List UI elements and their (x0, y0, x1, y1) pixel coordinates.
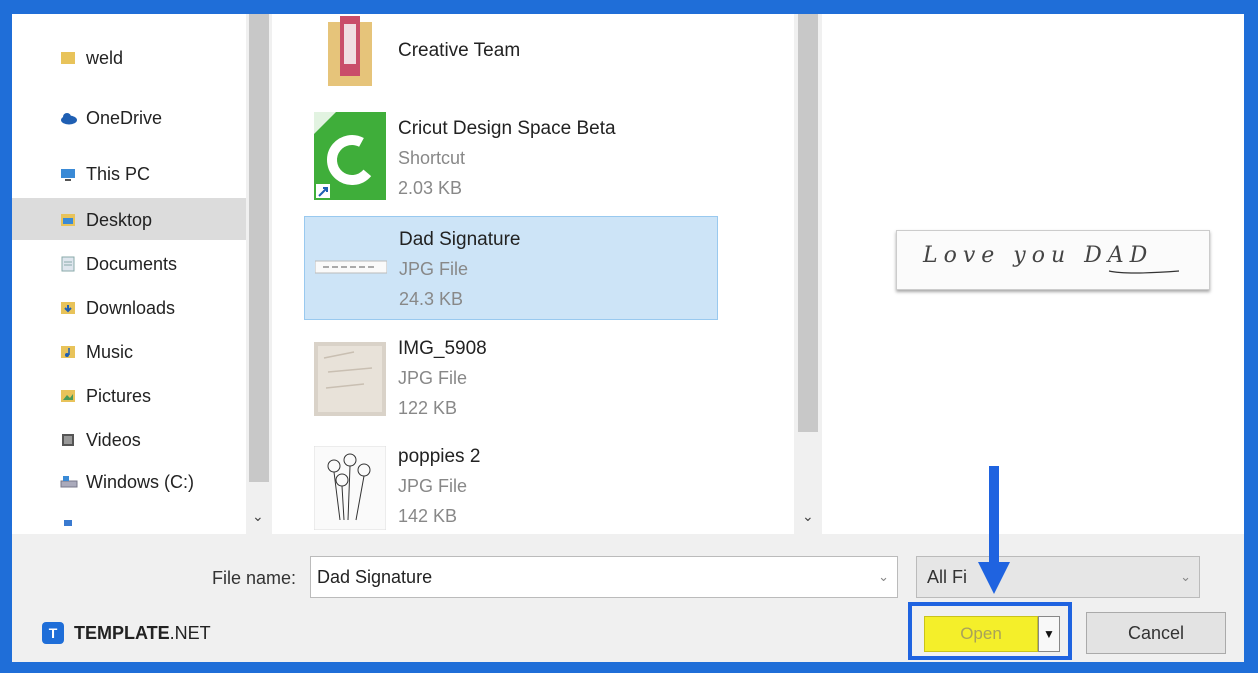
nav-item-onedrive[interactable]: OneDrive (60, 100, 162, 136)
cricut-app-icon (314, 112, 386, 200)
nav-item-label: Pictures (86, 385, 152, 406)
nav-scrollbar[interactable]: ⌄ (246, 14, 272, 534)
videos-folder-icon (60, 432, 76, 448)
signature-preview-image: Love you DAD (896, 230, 1210, 290)
image-thumbnail (314, 229, 388, 307)
nav-item-pictures[interactable]: Pictures (60, 378, 151, 414)
nav-item-documents[interactable]: Documents (60, 246, 177, 282)
desktop-folder-icon (60, 212, 76, 228)
chevron-down-icon[interactable]: ⌄ (252, 508, 264, 525)
nav-item-desktop[interactable]: Desktop (60, 202, 152, 238)
file-size: 122 KB (398, 398, 458, 418)
file-name: Cricut Design Space Beta (398, 118, 616, 139)
nav-item-partial-icon (64, 520, 72, 526)
logo-text-rest: .NET (169, 622, 211, 643)
nav-item-label: This PC (86, 163, 151, 184)
list-item-cricut[interactable]: Cricut Design Space Beta Shortcut 2.03 K… (304, 106, 716, 208)
dialog-bottom-bar: File name: Dad Signature ⌄ All Fi ⌄ Open… (12, 534, 1244, 662)
file-name: Dad Signature (399, 229, 521, 250)
logo-text-bold: TEMPLATE (74, 622, 170, 643)
file-list: Creative Team Cricut Design Space Beta S… (274, 14, 794, 534)
file-type: JPG File (398, 368, 468, 388)
file-list-scrollbar[interactable]: ⌄ (794, 14, 822, 534)
image-thumbnail (314, 338, 386, 416)
signature-preview-text: Love you DAD (923, 243, 1154, 268)
documents-folder-icon (60, 256, 76, 272)
nav-item-videos[interactable]: Videos (60, 422, 141, 458)
downloads-folder-icon (60, 300, 76, 316)
file-size: 24.3 KB (399, 289, 464, 309)
music-folder-icon (60, 344, 76, 360)
list-item-creative-team[interactable]: Creative Team (304, 14, 716, 102)
preview-pane: Love you DAD (822, 14, 1244, 534)
chevron-down-icon[interactable]: ⌄ (1180, 569, 1191, 585)
nav-item-label: Videos (86, 429, 141, 450)
nav-item-label: OneDrive (86, 107, 163, 128)
file-list-scrollbar-thumb[interactable] (798, 14, 818, 432)
file-open-dialog: weld OneDrive This PC Desktop Documents (12, 14, 1244, 662)
file-type-filter-value[interactable]: All Fi (927, 567, 967, 588)
image-thumbnail (313, 445, 387, 531)
file-name-label: File name: (212, 568, 297, 588)
open-dropdown-button[interactable]: ▼ (1038, 616, 1060, 652)
folder-thumbnail-icon (314, 14, 386, 90)
cloud-icon (60, 110, 77, 126)
file-name-value[interactable]: Dad Signature (317, 567, 432, 588)
arrow-down-annotation-icon (978, 466, 1010, 594)
template-logo-icon: T (42, 622, 64, 644)
file-size: 2.03 KB (398, 178, 463, 198)
nav-item-label: Documents (86, 253, 178, 274)
cancel-button[interactable]: Cancel (1086, 612, 1226, 654)
file-type: Shortcut (398, 148, 466, 168)
nav-item-windows-c[interactable]: Windows (C:) (60, 464, 194, 500)
computer-icon (60, 166, 76, 182)
file-type: JPG File (398, 476, 468, 496)
open-button-highlight: Open ▼ (908, 602, 1072, 660)
nav-item-music[interactable]: Music (60, 334, 133, 370)
template-net-logo: T TEMPLATE .NET (42, 622, 211, 644)
nav-item-label: Downloads (86, 297, 176, 318)
drive-icon (60, 474, 78, 490)
pictures-folder-icon (60, 388, 76, 404)
nav-item-label: Desktop (86, 209, 153, 230)
list-item-img-5908[interactable]: IMG_5908 JPG File 122 KB (304, 326, 716, 428)
file-type-filter[interactable]: All Fi ⌄ (916, 556, 1200, 598)
file-name: poppies 2 (398, 446, 481, 467)
folder-icon (60, 50, 76, 66)
nav-scrollbar-thumb[interactable] (249, 14, 269, 482)
list-item-poppies-2[interactable]: poppies 2 JPG File 142 KB (304, 434, 716, 536)
nav-item-label: Music (86, 341, 134, 362)
file-name-field[interactable]: Dad Signature ⌄ (310, 556, 898, 598)
list-item-dad-signature[interactable]: Dad Signature JPG File 24.3 KB (304, 216, 718, 320)
navigation-pane: weld OneDrive This PC Desktop Documents (12, 14, 246, 534)
chevron-down-icon[interactable]: ⌄ (802, 508, 814, 525)
nav-item-downloads[interactable]: Downloads (60, 290, 175, 326)
nav-item-label: weld (86, 47, 124, 68)
file-type: JPG File (399, 259, 469, 279)
nav-item-weld[interactable]: weld (60, 40, 123, 76)
file-name: Creative Team (398, 40, 521, 61)
nav-item-label: Windows (C:) (86, 471, 195, 492)
file-name: IMG_5908 (398, 338, 487, 359)
file-size: 142 KB (398, 506, 458, 526)
chevron-down-icon[interactable]: ⌄ (878, 569, 889, 585)
nav-item-this-pc[interactable]: This PC (60, 156, 150, 192)
open-button[interactable]: Open (924, 616, 1038, 652)
